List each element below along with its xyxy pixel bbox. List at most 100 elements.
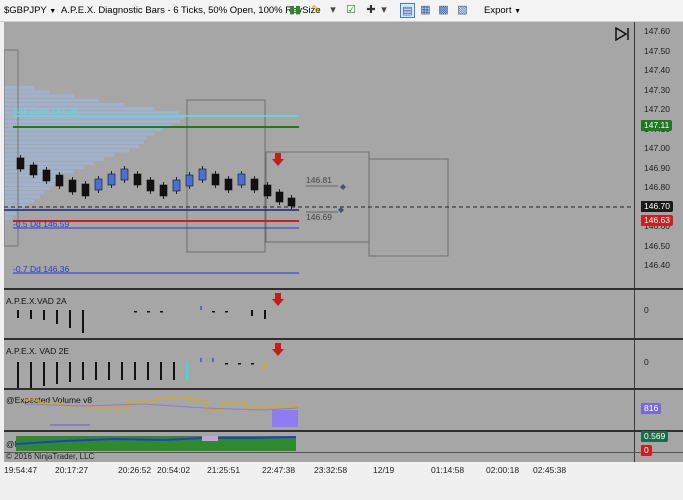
profile-bar: [4, 94, 74, 98]
export-button[interactable]: Export ▼: [484, 5, 521, 16]
chevron-down-icon[interactable]: ▾: [327, 3, 339, 18]
vad-bar: [200, 306, 202, 310]
pencil-icon[interactable]: ✎: [308, 3, 324, 18]
price-panel[interactable]: Sell Zone 147.16 -0.5 Dd 146.59 -0.7 Dd …: [4, 22, 634, 289]
sell-zone-label: Sell Zone 147.16: [13, 106, 78, 116]
time-tick: 19:54:47: [4, 465, 38, 475]
bars-type-icon[interactable]: ▮▮: [286, 3, 304, 18]
deviation-badge: 0.569: [641, 431, 669, 442]
copyright: © 2016 NinjaTrader, LLC: [6, 452, 95, 461]
up-bar: [237, 173, 246, 186]
chart-area[interactable]: Sell Zone 147.16 -0.5 Dd 146.59 -0.7 Dd …: [4, 22, 683, 462]
profile-bar: [4, 178, 59, 182]
vad-dash: [238, 363, 241, 365]
profile-bar: [4, 86, 34, 90]
up-bar: [185, 174, 194, 187]
price-tick: 146.90: [644, 162, 670, 173]
profile-bar: [4, 191, 44, 195]
vad-dash: [225, 311, 228, 313]
diamond-marker-icon: [340, 184, 346, 190]
vad-bar: [17, 362, 19, 388]
data-box-icon[interactable]: ▩: [436, 3, 451, 18]
vad-2a-zero: 0: [644, 305, 649, 315]
vad-bar: [134, 362, 136, 380]
price-tick: 146.40: [644, 260, 670, 270]
up-bar: [94, 178, 103, 191]
instrument-label: $GBPJPY: [4, 5, 47, 16]
vad-2a-panel[interactable]: [4, 290, 634, 338]
price-tick: 147.00: [644, 143, 670, 153]
down-bar: [159, 184, 168, 197]
time-tick: 12/19: [373, 465, 395, 475]
profile-bar: [4, 203, 28, 207]
vad-dash: [251, 363, 254, 365]
deviation-panel[interactable]: [4, 432, 634, 452]
vad-bar: [200, 358, 202, 362]
chevron-down-icon[interactable]: ▾: [379, 3, 389, 18]
up-bar: [120, 168, 129, 181]
vad-bar: [69, 362, 71, 382]
vad-bar: [30, 362, 32, 388]
deviation-zero-badge: 0: [641, 445, 652, 456]
checkbox-icon[interactable]: ☑: [344, 3, 358, 18]
vad-bar: [95, 362, 97, 380]
strategy-icon[interactable]: ▧: [455, 3, 470, 18]
expected-volume-line: [24, 397, 298, 411]
down-bar: [275, 191, 284, 203]
time-tick: 20:54:02: [157, 465, 191, 475]
crosshair-icon[interactable]: ✚: [362, 3, 380, 18]
time-tick: 22:47:38: [262, 465, 296, 475]
chevron-down-icon: ▼: [49, 8, 57, 15]
profile-bar: [4, 170, 74, 174]
vad-2a-bars: [17, 306, 266, 333]
profile-bar: [4, 212, 16, 216]
export-label: Export: [484, 5, 512, 16]
down-bar: [55, 174, 64, 187]
box-upper-value: 146.81: [306, 175, 332, 185]
price-tick: 146.80: [644, 182, 670, 192]
profile-bar: [4, 199, 34, 203]
time-tick: 02:45:38: [533, 465, 567, 475]
vad-2e-zero: 0: [644, 357, 649, 367]
profile-bar: [4, 149, 129, 153]
profile-bar: [4, 128, 162, 132]
vad-2e-panel[interactable]: [4, 340, 634, 388]
vad-bar: [82, 362, 84, 380]
vad-bar: [160, 362, 162, 380]
expected-volume-panel[interactable]: [4, 390, 634, 430]
vad-bar: [173, 362, 175, 380]
panel-separator: [4, 452, 683, 453]
instrument-selector[interactable]: $GBPJPY ▼: [4, 5, 56, 16]
down-bar: [263, 184, 272, 197]
vad-dash: [212, 311, 215, 313]
skip-to-end-icon[interactable]: [615, 27, 631, 41]
dd-05-label: -0.5 Dd 146.59: [13, 219, 70, 229]
box-lower-value: 146.69: [306, 212, 332, 222]
down-bar: [224, 178, 233, 191]
profile-bar: [4, 90, 49, 94]
vad-dash: [160, 311, 163, 313]
down-bar: [133, 173, 142, 186]
chart-title[interactable]: A.P.E.X. Diagnostic Bars - 6 Ticks, 50% …: [61, 5, 321, 16]
down-bar: [68, 179, 77, 193]
volume-bar: [272, 410, 298, 427]
price-tick: 147.20: [644, 104, 670, 114]
price-tick: 147.40: [644, 65, 670, 75]
deviation-spike: [202, 436, 218, 441]
sell-arrow-icon: [272, 343, 284, 356]
properties-icon[interactable]: ▤: [400, 3, 415, 18]
down-bar: [146, 179, 155, 192]
dd-07-label: -0.7 Dd 146.36: [13, 264, 70, 274]
price-tick: 147.30: [644, 84, 670, 95]
vad-bar: [17, 310, 19, 318]
chart-style-icon[interactable]: ▦: [418, 3, 433, 18]
price-tick: 147.50: [644, 45, 670, 56]
volume-profile: [4, 49, 184, 247]
vad-2e-bars: [17, 358, 266, 388]
diamond-marker-icon: [338, 207, 344, 213]
profile-bar: [4, 144, 139, 149]
down-bar: [81, 183, 90, 197]
vad-bar: [108, 362, 110, 380]
price-axis-divider: [634, 22, 635, 462]
profile-bar: [4, 165, 84, 170]
